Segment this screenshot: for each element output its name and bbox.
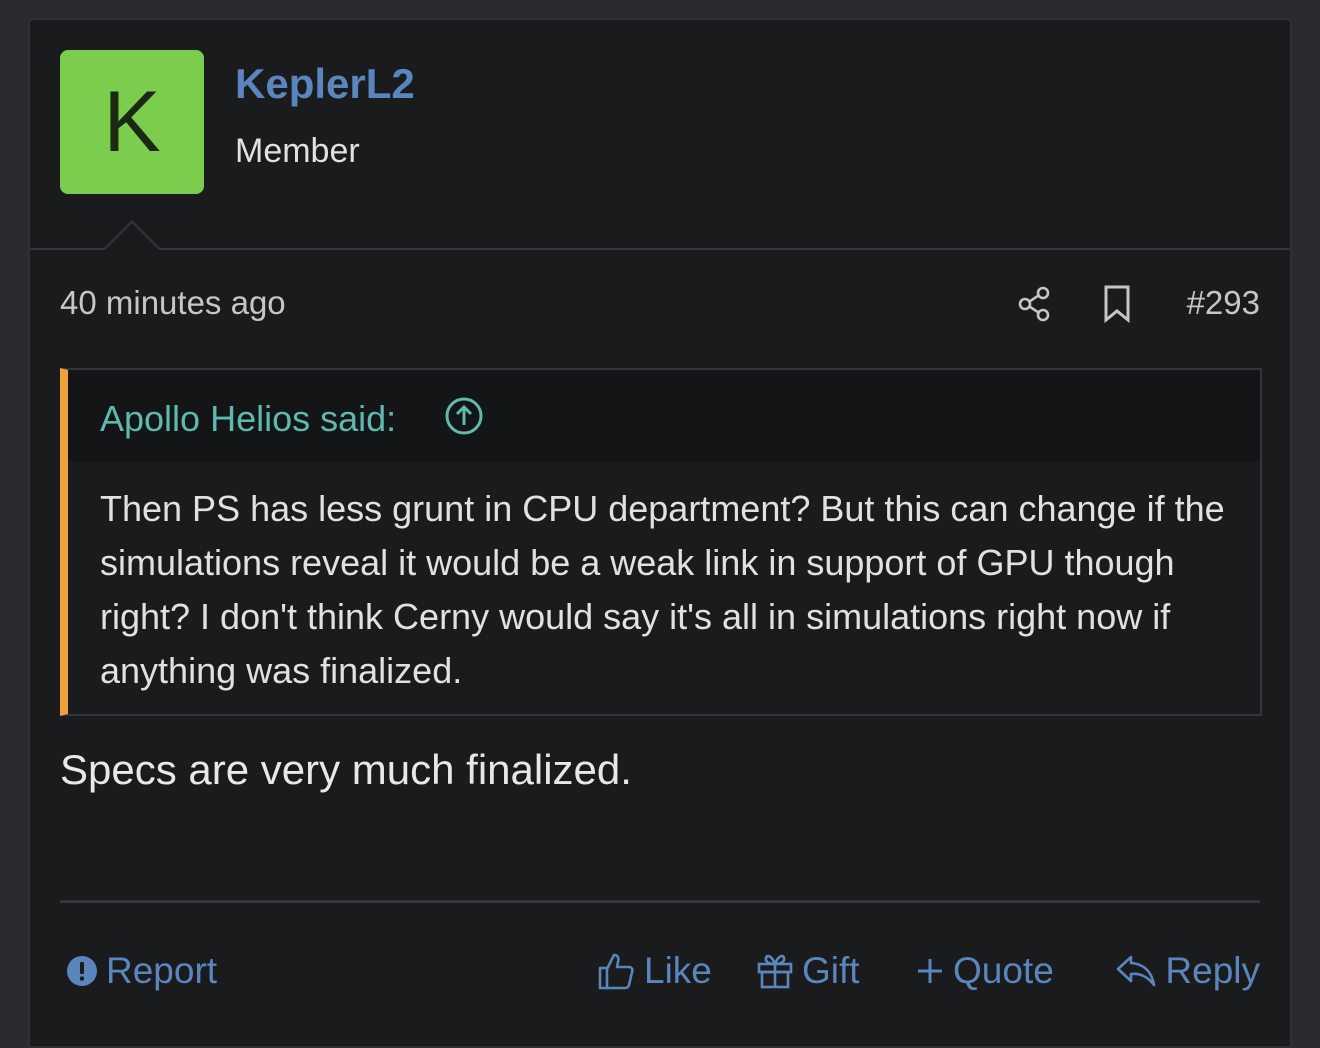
post-meta: 40 minutes ago #293 (60, 284, 1260, 328)
like-button[interactable]: Like (596, 950, 712, 992)
reply-button[interactable]: Reply (1115, 950, 1260, 992)
gift-label: Gift (802, 950, 860, 991)
footer-divider (60, 900, 1260, 903)
quote-text: Then PS has less grunt in CPU department… (100, 488, 1225, 691)
quote-header: Apollo Helios said: (68, 370, 1260, 462)
share-icon[interactable] (1015, 284, 1055, 324)
plus-icon (918, 959, 942, 983)
post-actions: Report Like Gift Quote Reply (60, 950, 1260, 1000)
post-number-link[interactable]: #293 (1187, 284, 1260, 322)
username-link[interactable]: KeplerL2 (235, 60, 415, 108)
quote-author-link[interactable]: Apollo Helios said: (100, 398, 396, 440)
reply-arrow-icon (1117, 955, 1156, 987)
user-block: K KeplerL2 Member (30, 20, 1290, 250)
post-container: K KeplerL2 Member 40 minutes ago #293 Ap… (28, 18, 1292, 1048)
bookmark-icon[interactable] (1100, 284, 1134, 324)
quote-button[interactable]: Quote (915, 950, 1054, 992)
like-label: Like (644, 950, 712, 991)
quote-block: Apollo Helios said: Then PS has less gru… (60, 368, 1262, 716)
reply-label: Reply (1165, 950, 1260, 991)
alert-circle-icon (67, 956, 97, 986)
report-label: Report (106, 950, 218, 991)
gift-button[interactable]: Gift (756, 950, 860, 992)
post-timestamp[interactable]: 40 minutes ago (60, 284, 286, 322)
quote-label: Quote (953, 950, 1054, 991)
avatar[interactable]: K (60, 50, 204, 194)
report-button[interactable]: Report (66, 950, 217, 992)
gift-icon (757, 954, 793, 989)
avatar-initial: K (103, 74, 161, 170)
post-body: Specs are very much finalized. (60, 746, 632, 793)
user-title: Member (235, 132, 360, 170)
arrow-up-circle-icon[interactable] (444, 396, 484, 436)
thumbs-up-icon (598, 953, 634, 990)
